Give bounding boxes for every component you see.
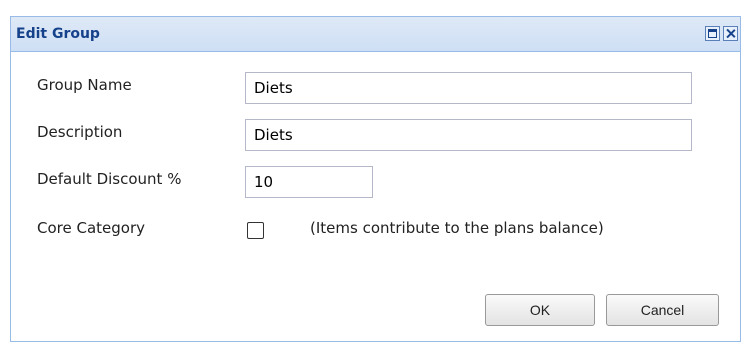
- default-discount-label: Default Discount %: [37, 170, 182, 188]
- core-category-checkbox[interactable]: [247, 222, 264, 239]
- default-discount-field[interactable]: [245, 166, 373, 198]
- group-name-field[interactable]: [245, 72, 692, 104]
- dialog-header[interactable]: Edit Group: [11, 17, 740, 52]
- description-field[interactable]: [245, 119, 692, 151]
- dialog-title: Edit Group: [16, 26, 100, 42]
- close-icon[interactable]: [723, 26, 738, 41]
- edit-group-dialog: Edit Group Group Name Description Defaul…: [10, 16, 741, 342]
- description-label: Description: [37, 123, 123, 141]
- maximize-icon[interactable]: [705, 26, 720, 41]
- dialog-body: Group Name Description Default Discount …: [11, 52, 740, 341]
- group-name-label: Group Name: [37, 76, 132, 94]
- core-category-note: (Items contribute to the plans balance): [310, 219, 604, 237]
- ok-button[interactable]: OK: [485, 294, 595, 326]
- core-category-label: Core Category: [37, 219, 146, 237]
- cancel-button[interactable]: Cancel: [606, 294, 719, 326]
